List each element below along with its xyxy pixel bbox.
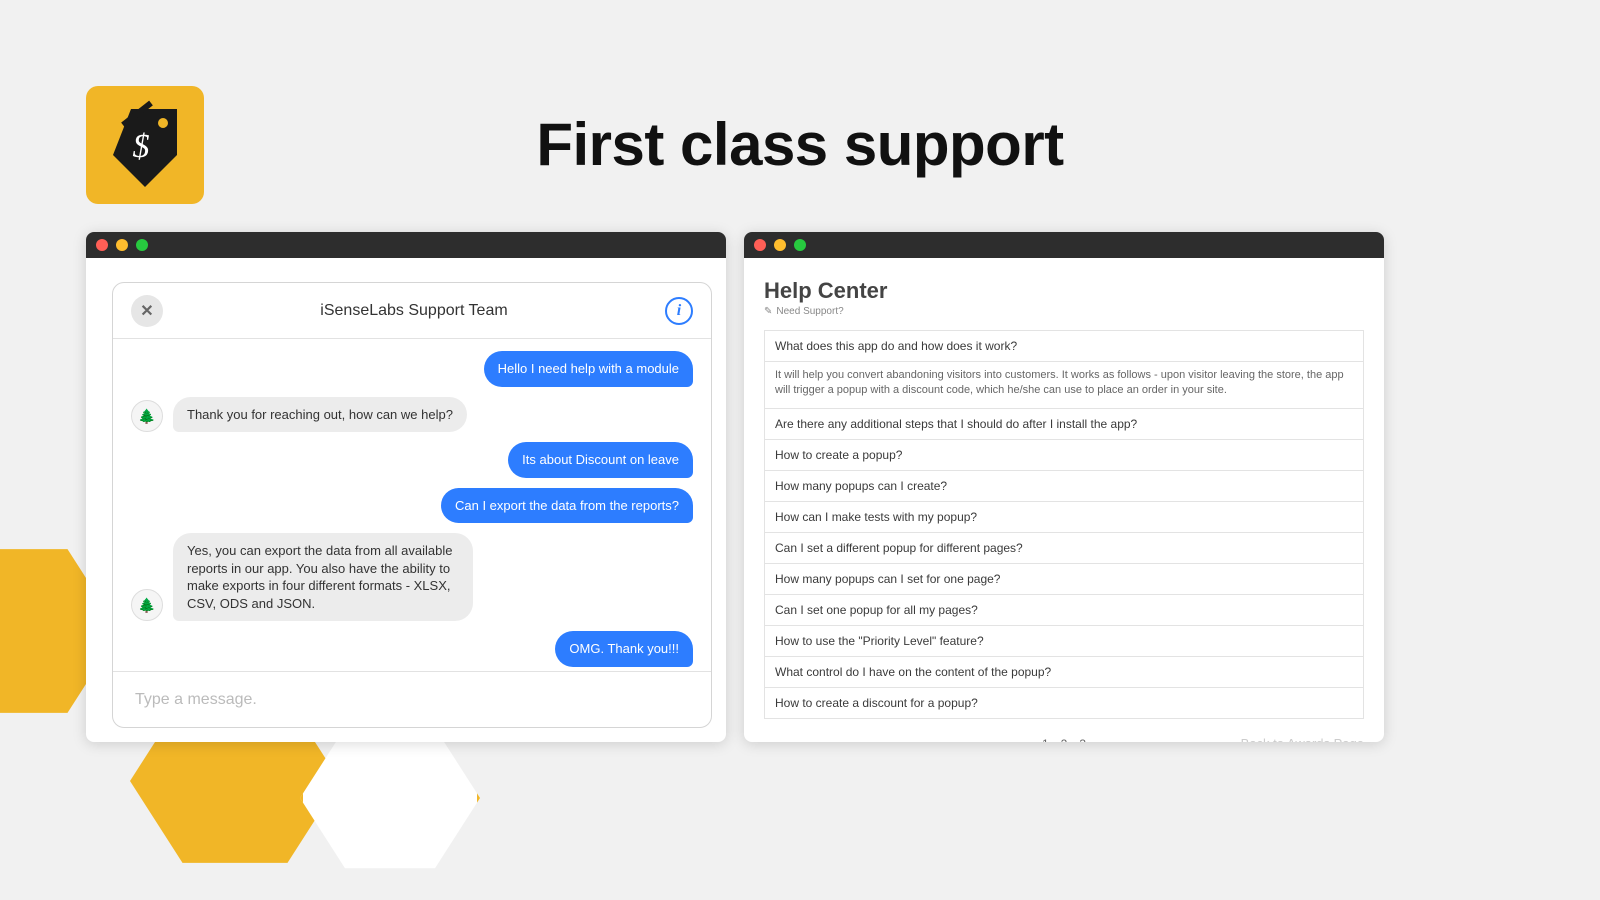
window-minimize-icon[interactable] <box>774 239 786 251</box>
pencil-icon: ✎ <box>764 306 772 317</box>
faq-question[interactable]: What does this app do and how does it wo… <box>764 330 1364 362</box>
window-minimize-icon[interactable] <box>116 239 128 251</box>
faq-question[interactable]: How to create a discount for a popup? <box>764 687 1364 719</box>
page-number[interactable]: 2 <box>1061 737 1068 742</box>
pagination: 1 2 3 <box>1036 737 1092 742</box>
back-link[interactable]: Back to Awards Page <box>1241 736 1364 742</box>
support-message: Thank you for reaching out, how can we h… <box>173 397 467 433</box>
page-number[interactable]: 1 <box>1042 737 1049 742</box>
close-chat-button[interactable]: ✕ <box>131 295 163 327</box>
chat-message-row: Can I export the data from the reports? <box>131 488 693 524</box>
faq-question[interactable]: Can I set a different popup for differen… <box>764 532 1364 564</box>
chat-card: ✕ iSenseLabs Support Team i Hello I need… <box>112 282 712 728</box>
chat-message-row: Its about Discount on leave <box>131 442 693 478</box>
support-message: Yes, you can export the data from all av… <box>173 533 473 621</box>
app-logo: $ <box>86 86 204 204</box>
help-center-subtitle-text: Need Support? <box>776 306 843 317</box>
close-icon: ✕ <box>140 301 153 321</box>
faq-question[interactable]: Can I set one popup for all my pages? <box>764 594 1364 626</box>
svg-text:$: $ <box>133 128 150 165</box>
chat-body: Hello I need help with a module 🌲 Thank yo… <box>113 339 711 671</box>
price-tag-icon: $ <box>95 95 195 195</box>
faq-question[interactable]: What control do I have on the content of… <box>764 656 1364 688</box>
window-titlebar <box>744 232 1384 258</box>
page-title: First class support <box>536 110 1063 179</box>
info-icon: i <box>677 302 681 320</box>
chat-title: iSenseLabs Support Team <box>163 302 665 320</box>
help-center-subtitle[interactable]: ✎ Need Support? <box>764 306 1364 317</box>
chat-message-row: 🌲 Thank you for reaching out, how can we … <box>131 397 693 433</box>
window-titlebar <box>86 232 726 258</box>
chat-input[interactable] <box>135 691 689 709</box>
chat-window: ✕ iSenseLabs Support Team i Hello I need… <box>86 232 726 742</box>
user-message: Its about Discount on leave <box>508 442 693 478</box>
faq-question[interactable]: How can I make tests with my popup? <box>764 501 1364 533</box>
user-message: Can I export the data from the reports? <box>441 488 693 524</box>
window-close-icon[interactable] <box>754 239 766 251</box>
faq-list: What does this app do and how does it wo… <box>764 330 1364 719</box>
help-center-window: Help Center ✎ Need Support? What does th… <box>744 232 1384 742</box>
chat-message-row: 🌲 Yes, you can export the data from all a… <box>131 533 693 621</box>
hexagon-decor <box>300 720 480 876</box>
faq-question[interactable]: Are there any additional steps that I sh… <box>764 408 1364 440</box>
support-avatar: 🌲 <box>131 400 163 432</box>
faq-question[interactable]: How to use the "Priority Level" feature? <box>764 625 1364 657</box>
faq-question[interactable]: How many popups can I create? <box>764 470 1364 502</box>
user-message: OMG. Thank you!!! <box>555 631 693 667</box>
help-center-title: Help Center <box>764 278 1364 304</box>
window-close-icon[interactable] <box>96 239 108 251</box>
help-center-body: Help Center ✎ Need Support? What does th… <box>744 258 1384 742</box>
chat-info-button[interactable]: i <box>665 297 693 325</box>
faq-answer: It will help you convert abandoning visi… <box>764 362 1364 409</box>
chat-message-row: Hello I need help with a module <box>131 351 693 387</box>
window-maximize-icon[interactable] <box>794 239 806 251</box>
page-number[interactable]: 3 <box>1079 737 1086 742</box>
window-maximize-icon[interactable] <box>136 239 148 251</box>
faq-question[interactable]: How many popups can I set for one page? <box>764 563 1364 595</box>
chat-header: ✕ iSenseLabs Support Team i <box>113 283 711 339</box>
user-message: Hello I need help with a module <box>484 351 693 387</box>
faq-question[interactable]: How to create a popup? <box>764 439 1364 471</box>
help-center-footer: 1 2 3 Back to Awards Page <box>764 737 1364 742</box>
support-avatar: 🌲 <box>131 589 163 621</box>
chat-message-row: OMG. Thank you!!! <box>131 631 693 667</box>
chat-input-row <box>113 671 711 727</box>
